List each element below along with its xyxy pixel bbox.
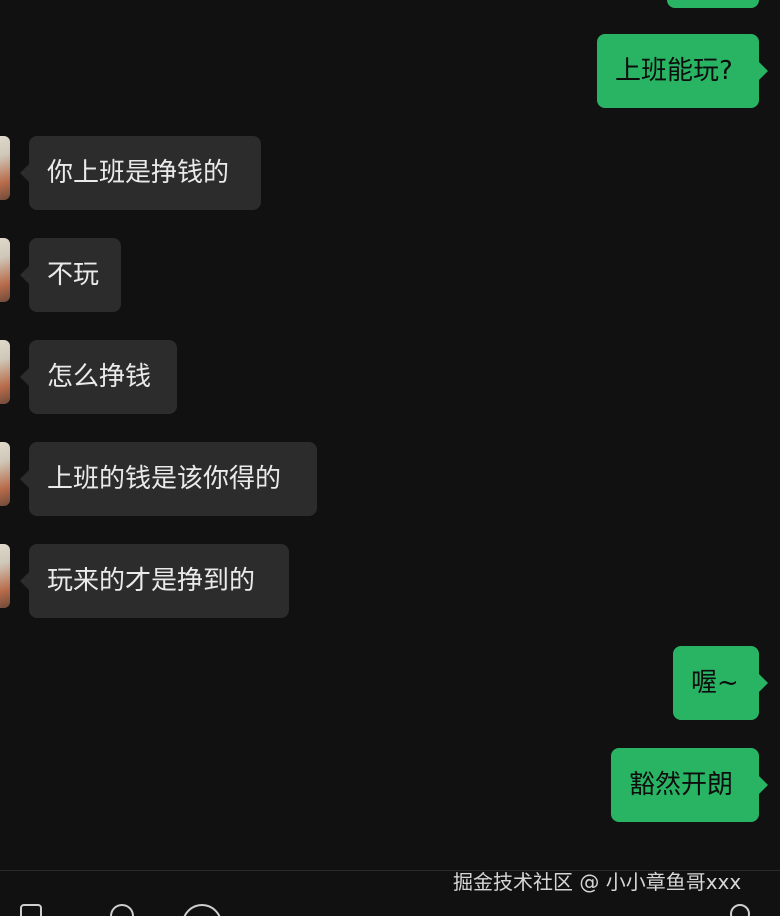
message-text: 喔~ [691, 668, 739, 698]
message-text: 怎么挣钱 [47, 362, 152, 392]
avatar[interactable] [0, 238, 10, 302]
message-bubble-incoming[interactable]: 上班的钱是该你得的 [20, 442, 317, 516]
message-bubble-outgoing[interactable]: 上班能玩? [597, 34, 768, 108]
message-text: 上班的钱是该你得的 [47, 464, 282, 494]
message-text: 豁然开朗 [629, 770, 734, 800]
message-bubble-outgoing[interactable] [667, 0, 759, 8]
voice-icon[interactable] [20, 904, 42, 916]
message-text: 不玩 [47, 260, 100, 290]
more-icon[interactable] [730, 904, 750, 916]
message-bubble-incoming[interactable]: 你上班是挣钱的 [20, 136, 261, 210]
emoji-icon[interactable] [110, 904, 134, 916]
message-bubble-incoming[interactable]: 玩来的才是挣到的 [20, 544, 289, 618]
message-bubble-outgoing[interactable]: 喔~ [673, 646, 768, 720]
avatar[interactable] [0, 340, 10, 404]
message-text: 上班能玩? [615, 56, 733, 86]
watermark: 掘金技术社区 @ 小小章鱼哥xxx [453, 870, 742, 894]
message-bubble-incoming[interactable]: 不玩 [20, 238, 121, 312]
avatar[interactable] [0, 544, 10, 608]
chat-icon[interactable] [182, 904, 222, 916]
chat-screen: 上班能玩? 你上班是挣钱的 不玩 怎么挣钱 上班的钱是该你得的 玩来的才是挣到的… [0, 0, 780, 916]
message-text: 玩来的才是挣到的 [47, 566, 256, 596]
avatar[interactable] [0, 136, 10, 200]
message-bubble-outgoing[interactable]: 豁然开朗 [611, 748, 768, 822]
message-bubble-incoming[interactable]: 怎么挣钱 [20, 340, 177, 414]
avatar[interactable] [0, 442, 10, 506]
message-text: 你上班是挣钱的 [47, 158, 230, 188]
